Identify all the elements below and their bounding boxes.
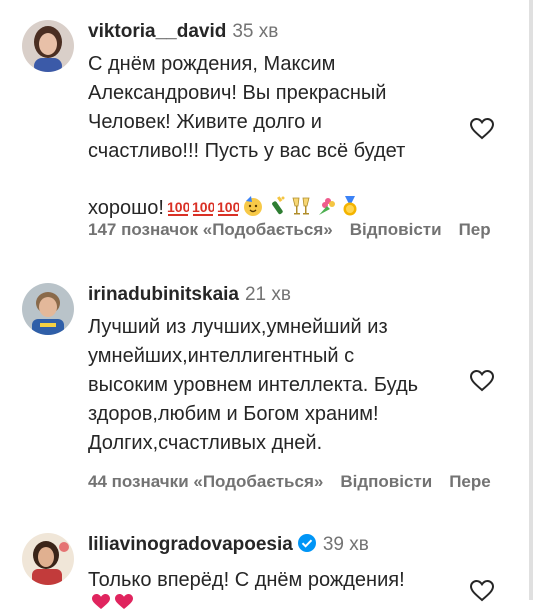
heart-icon xyxy=(114,593,134,616)
svg-text:100: 100 xyxy=(217,199,239,215)
comment-text: С днём рождения, Максим Александрович! В… xyxy=(88,50,508,226)
hundred-icon: 100 xyxy=(192,168,215,226)
like-heart-icon[interactable] xyxy=(469,117,495,141)
avatar[interactable] xyxy=(22,20,74,72)
bouquet-icon xyxy=(315,166,337,226)
scrollbar[interactable] xyxy=(529,0,533,600)
more-button[interactable]: Пере xyxy=(449,472,491,491)
username[interactable]: liliavinogradovapoesia xyxy=(88,534,293,555)
svg-text:100: 100 xyxy=(167,199,189,215)
comment-actions: 147 позначок «Подобається» Відповісти Пер xyxy=(88,220,508,240)
comment-text: Только вперёд! С днём рождения! xyxy=(88,569,405,591)
medal-icon xyxy=(340,166,360,226)
more-button[interactable]: Пер xyxy=(459,220,491,239)
comment-actions: 44 позначки «Подобається» Відповісти Пере xyxy=(88,472,508,492)
hundred-icon: 100 xyxy=(217,168,240,226)
username[interactable]: viktoria__david xyxy=(88,21,226,42)
emoji-row xyxy=(88,593,134,616)
comment-time[interactable]: 21 хв xyxy=(245,284,291,305)
avatar[interactable] xyxy=(22,533,74,585)
partying-face-icon xyxy=(242,166,264,226)
svg-text:100: 100 xyxy=(192,199,214,215)
heart-icon xyxy=(91,593,111,616)
likes-count[interactable]: 147 позначок «Подобається» xyxy=(88,220,333,239)
comment-time[interactable]: 35 хв xyxy=(232,21,278,42)
champagne-icon xyxy=(267,166,287,226)
likes-count[interactable]: 44 позначки «Подобається» xyxy=(88,472,323,491)
comment-time[interactable]: 39 хв xyxy=(323,534,369,555)
like-heart-icon[interactable] xyxy=(469,579,495,603)
reply-button[interactable]: Відповісти xyxy=(340,472,432,491)
avatar[interactable] xyxy=(22,283,74,335)
hundred-icon: 100 xyxy=(167,168,190,226)
like-heart-icon[interactable] xyxy=(469,369,495,393)
clinking-glasses-icon xyxy=(290,166,312,226)
verified-badge-icon xyxy=(297,533,317,560)
reply-button[interactable]: Відповісти xyxy=(350,220,442,239)
comment-text: Лучший из лучших,умнейший из умнейших,ин… xyxy=(88,316,419,454)
username[interactable]: irinadubinitskaia xyxy=(88,284,239,305)
